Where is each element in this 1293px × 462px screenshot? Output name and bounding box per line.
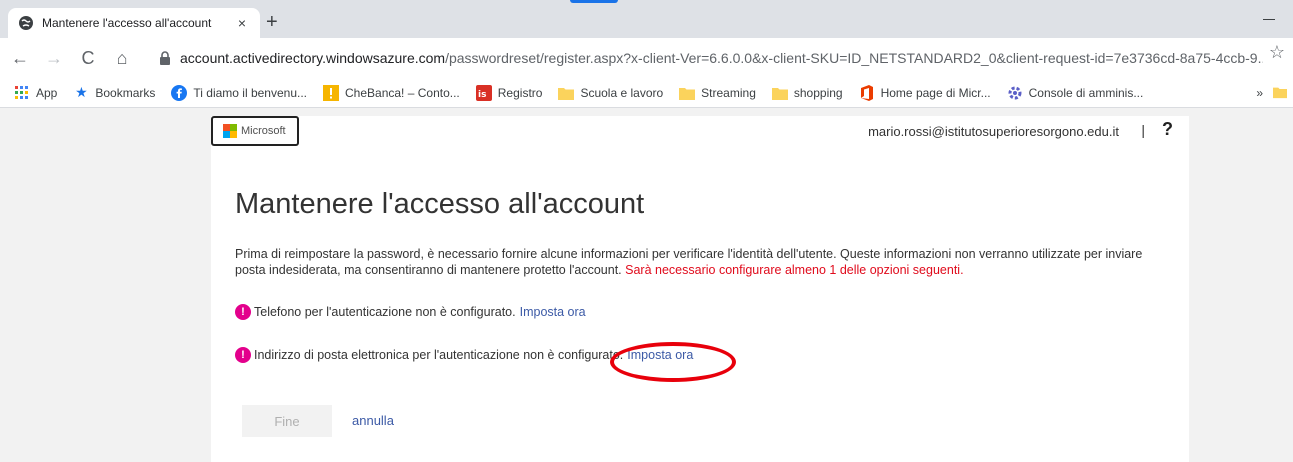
alert-icon: ! <box>235 347 251 363</box>
office-icon <box>859 84 875 101</box>
bookmark-label: Bookmarks <box>95 85 156 100</box>
bookmark-label: App <box>36 85 58 100</box>
globe-icon <box>18 15 34 31</box>
bookmark-console-admin[interactable]: Console di amminis... <box>1007 85 1144 101</box>
bookmark-label: Scuola e lavoro <box>580 85 664 100</box>
phone-auth-item: ! Telefono per l'autenticazione non è co… <box>235 304 586 320</box>
browser-tab[interactable]: Mantenere l'accesso all'account × <box>8 8 260 38</box>
annotation-ellipse <box>610 342 736 382</box>
bookmark-office-home[interactable]: Home page di Micr... <box>859 84 991 101</box>
bookmark-bookmarks[interactable]: ★ Bookmarks <box>73 84 156 101</box>
folder-icon <box>558 85 575 101</box>
bookmark-streaming[interactable]: Streaming <box>679 85 756 101</box>
bookmark-label: Console di amminis... <box>1028 85 1144 100</box>
intro-warning: Sarà necessario configurare almeno 1 del… <box>625 263 964 277</box>
address-bar[interactable]: account.activedirectory.windowsazure.com… <box>148 43 1263 73</box>
home-button[interactable]: ⌂ <box>108 44 136 72</box>
bookmark-shopping[interactable]: shopping <box>771 85 843 101</box>
folder-icon <box>771 85 788 101</box>
forward-button[interactable]: → <box>40 44 68 72</box>
close-tab-icon[interactable]: × <box>234 15 250 31</box>
user-email[interactable]: mario.rossi@istitutosuperioresorgono.edu… <box>868 124 1119 139</box>
reload-button[interactable]: C <box>74 44 102 72</box>
bookmark-label: Ti diamo il benvenu... <box>193 85 308 100</box>
bookmark-label: Home page di Micr... <box>880 85 991 100</box>
bookmark-label: Streaming <box>701 85 756 100</box>
bookmark-registro[interactable]: is Registro <box>475 84 543 101</box>
page-title: Mantenere l'accesso all'account <box>235 188 645 220</box>
page-viewport: Microsoft mario.rossi@istitutosuperiores… <box>10 108 1293 462</box>
minimize-window-button[interactable] <box>1263 8 1275 20</box>
bookmark-facebook[interactable]: Ti diamo il benvenu... <box>171 84 308 101</box>
folder-icon <box>679 85 696 101</box>
bookmark-label: Registro <box>497 85 543 100</box>
bookmark-label: shopping <box>793 85 843 100</box>
help-button[interactable]: ? <box>1162 119 1173 140</box>
microsoft-logo-icon <box>223 124 237 138</box>
svg-text:is: is <box>478 90 486 100</box>
setup-phone-link[interactable]: Imposta ora <box>520 305 586 319</box>
intro-paragraph: Prima di reimpostare la password, è nece… <box>235 246 1145 278</box>
bookmarks-bar: App ★ Bookmarks Ti diamo il benvenu... Ch… <box>0 78 1293 108</box>
url-text[interactable]: account.activedirectory.windowsazure.com… <box>180 50 1263 66</box>
lock-icon[interactable] <box>158 51 172 65</box>
bookmark-star-icon[interactable]: ☆ <box>1269 42 1285 63</box>
folder-icon[interactable] <box>1273 85 1287 104</box>
logo-text: Microsoft <box>241 125 286 137</box>
new-tab-button[interactable]: + <box>266 12 278 32</box>
admin-icon <box>1007 85 1023 101</box>
url-path: /passwordreset/register.aspx?x-client-Ve… <box>445 50 1263 66</box>
registration-card: Microsoft mario.rossi@istitutosuperiores… <box>211 116 1189 462</box>
tab-title: Mantenere l'accesso all'account <box>42 16 212 30</box>
browser-toolbar: ← → C ⌂ account.activedirectory.windowsa… <box>0 38 1293 78</box>
microsoft-logo: Microsoft <box>211 116 299 146</box>
finish-button[interactable]: Fine <box>242 405 332 437</box>
registro-icon: is <box>475 84 492 101</box>
more-bookmarks-button[interactable]: » <box>1256 86 1263 100</box>
apps-grid-icon <box>14 85 30 101</box>
alert-icon: ! <box>235 304 251 320</box>
tab-strip-indicator <box>570 0 618 3</box>
url-host: account.activedirectory.windowsazure.com <box>180 50 446 66</box>
bookmark-app[interactable]: App <box>14 85 57 101</box>
bookmark-label: CheBanca! – Conto... <box>345 85 460 100</box>
star-icon: ★ <box>75 84 88 100</box>
email-auth-text: Indirizzo di posta elettronica per l'aut… <box>254 348 624 362</box>
phone-auth-text: Telefono per l'autenticazione non è conf… <box>254 305 516 319</box>
bookmark-chebanca[interactable]: CheBanca! – Conto... <box>323 84 460 101</box>
cancel-link[interactable]: annulla <box>352 413 394 428</box>
chebanca-icon <box>323 84 340 101</box>
facebook-icon <box>171 84 188 101</box>
tab-strip: Mantenere l'accesso all'account × + <box>0 0 1293 38</box>
header-separator: | <box>1141 122 1145 138</box>
back-button[interactable]: ← <box>6 44 34 72</box>
bookmark-scuola-e-lavoro[interactable]: Scuola e lavoro <box>558 85 663 101</box>
